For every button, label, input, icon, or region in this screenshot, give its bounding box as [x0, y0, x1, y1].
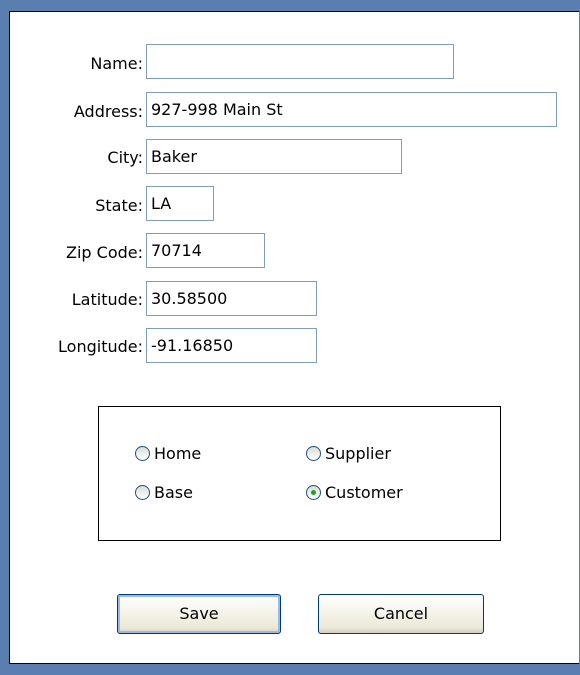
radio-base-label: Base — [154, 483, 193, 502]
latitude-label: Latitude: — [71, 290, 143, 309]
city-label: City: — [107, 148, 143, 167]
longitude-label: Longitude: — [58, 337, 143, 356]
cancel-button[interactable]: Cancel — [318, 594, 484, 634]
radio-supplier[interactable]: Supplier — [306, 444, 391, 463]
radio-home-button[interactable] — [135, 446, 150, 461]
radio-customer[interactable]: Customer — [306, 483, 403, 502]
location-type-group: Home Supplier Base Customer — [98, 406, 501, 541]
address-label: Address: — [73, 102, 143, 121]
state-label: State: — [95, 196, 143, 215]
state-field[interactable] — [146, 186, 214, 221]
city-field[interactable] — [146, 139, 402, 174]
radio-home[interactable]: Home — [135, 444, 201, 463]
radio-supplier-label: Supplier — [325, 444, 391, 463]
save-button[interactable]: Save — [117, 594, 281, 634]
radio-base[interactable]: Base — [135, 483, 193, 502]
longitude-field[interactable] — [146, 328, 317, 363]
address-field[interactable] — [146, 92, 557, 127]
radio-home-label: Home — [154, 444, 202, 463]
radio-supplier-button[interactable] — [306, 446, 321, 461]
name-field[interactable] — [146, 44, 454, 79]
radio-customer-label: Customer — [325, 483, 403, 502]
radio-customer-button[interactable] — [306, 485, 321, 500]
radio-base-button[interactable] — [135, 485, 150, 500]
zip-code-field[interactable] — [146, 233, 265, 268]
name-label: Name: — [90, 54, 143, 73]
latitude-field[interactable] — [146, 281, 317, 316]
zip-code-label: Zip Code: — [66, 243, 143, 262]
